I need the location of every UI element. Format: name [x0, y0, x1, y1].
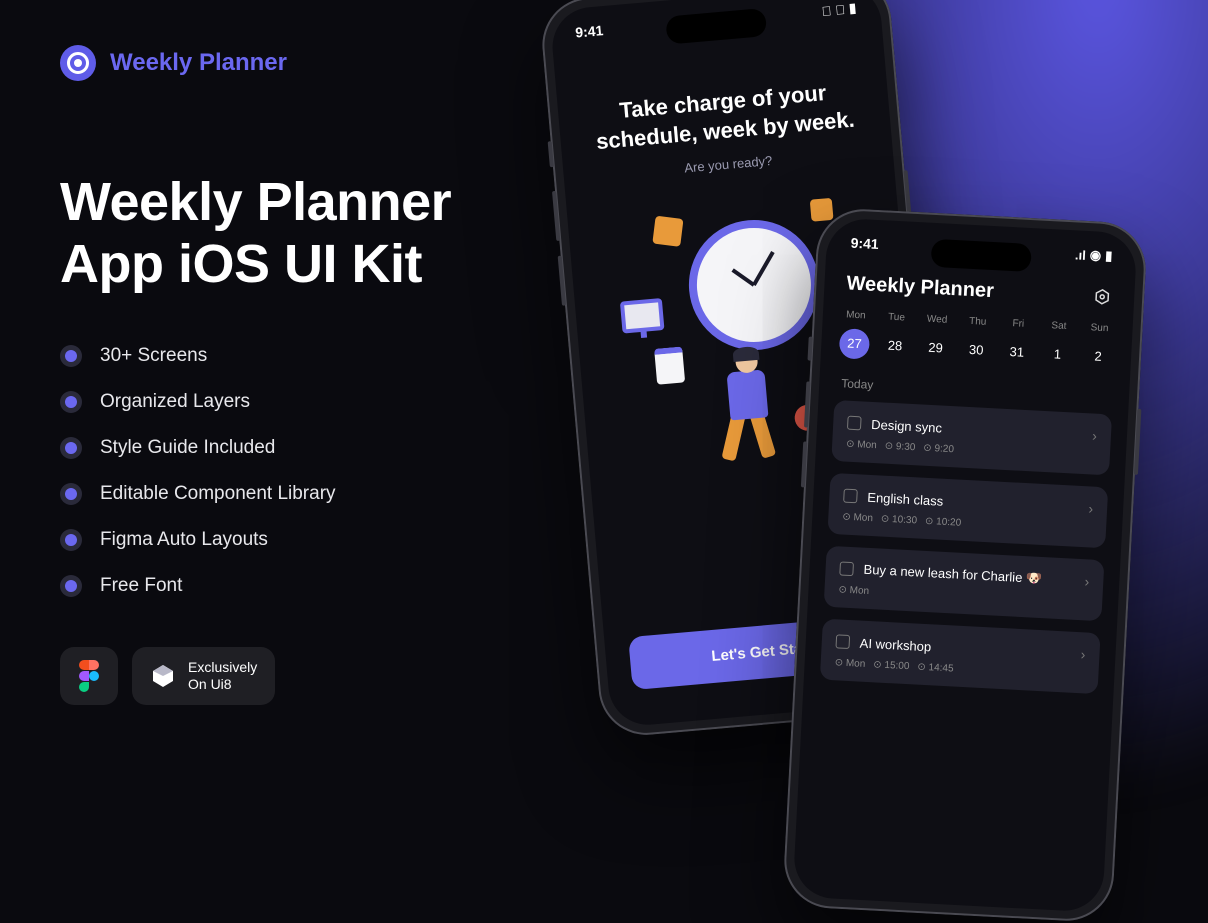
figma-badge[interactable] [60, 647, 118, 705]
ui8-badge[interactable]: Exclusively On Ui8 [132, 647, 275, 705]
day-label: Tue [877, 311, 916, 324]
task-title: Design sync [871, 416, 1083, 442]
headline: Weekly Planner App iOS UI Kit [60, 171, 580, 295]
day-column[interactable]: Thu 30 [956, 315, 997, 366]
day-column[interactable]: Tue 28 [875, 311, 916, 362]
onboarding-title: Take charge of your schedule, week by we… [581, 76, 867, 158]
ui8-icon [150, 663, 176, 689]
day-number[interactable]: 27 [839, 328, 871, 360]
day-number[interactable]: 28 [879, 330, 911, 362]
task-day: ⊙ Mon [842, 512, 873, 525]
feature-item: Free Font [60, 575, 580, 597]
task-list: Design sync › ⊙ Mon ⊙ 9:30 ⊙ 9:20 English … [804, 399, 1128, 695]
day-column[interactable]: Fri 31 [997, 317, 1038, 368]
day-number[interactable]: 30 [960, 335, 992, 367]
feature-item: Organized Layers [60, 391, 580, 413]
task-start-time: ⊙ 9:30 [884, 441, 915, 454]
task-day: ⊙ Mon [846, 439, 877, 452]
day-column[interactable]: Sat 1 [1038, 320, 1079, 371]
battery-icon: ▮ [848, 0, 857, 17]
marketing-panel: Weekly Planner Weekly Planner App iOS UI… [60, 45, 580, 705]
logo-target-icon [60, 45, 96, 81]
day-label: Sun [1080, 322, 1119, 335]
task-start-time: ⊙ 10:30 [881, 514, 918, 527]
ui8-text: Exclusively On Ui8 [188, 659, 257, 694]
phone-mockup-planner: 9:41 .ıl ◉ ▮ Weekly Planner Mon27Tue28We… [782, 207, 1148, 923]
task-checkbox[interactable] [839, 561, 854, 576]
day-label: Wed [918, 313, 957, 326]
chevron-right-icon: › [1080, 646, 1086, 662]
chevron-right-icon: › [1088, 500, 1094, 516]
day-label: Sat [1040, 320, 1079, 333]
brand-logo: Weekly Planner [60, 45, 580, 81]
day-column[interactable]: Sun 2 [1078, 322, 1119, 373]
day-number[interactable]: 31 [1001, 337, 1033, 369]
task-end-time: ⊙ 10:20 [925, 516, 962, 529]
day-label: Fri [999, 317, 1038, 330]
task-checkbox[interactable] [847, 416, 862, 431]
signal-icon: .ıl [1075, 247, 1087, 263]
settings-icon[interactable] [1092, 287, 1113, 308]
task-day: ⊙ Mon [834, 657, 865, 670]
wifi-icon: 􀙈 [835, 1, 846, 17]
task-end-time: ⊙ 9:20 [923, 443, 954, 456]
battery-icon: ▮ [1105, 248, 1113, 264]
task-day: ⊙ Mon [838, 584, 869, 597]
person-illustration [704, 337, 804, 464]
task-start-time: ⊙ 15:00 [873, 659, 910, 672]
day-number[interactable]: 1 [1042, 339, 1074, 371]
day-column[interactable]: Wed 29 [916, 313, 957, 364]
task-title: AI workshop [859, 635, 1071, 661]
task-card[interactable]: English class › ⊙ Mon ⊙ 10:30 ⊙ 10:20 [827, 473, 1108, 548]
feature-item: 30+ Screens [60, 345, 580, 367]
bullet-icon [60, 483, 82, 505]
task-checkbox[interactable] [835, 634, 850, 649]
wifi-icon: ◉ [1089, 247, 1101, 264]
day-number[interactable]: 29 [920, 332, 952, 364]
status-icons: 􀙇 􀙈 ▮ [821, 0, 857, 19]
task-title: Buy a new leash for Charlie 🐶 [863, 562, 1075, 589]
day-label: Mon [837, 309, 876, 322]
dynamic-island [931, 239, 1032, 272]
chevron-right-icon: › [1092, 427, 1098, 443]
feature-item: Style Guide Included [60, 437, 580, 459]
day-label: Thu [958, 315, 997, 328]
task-card[interactable]: AI workshop › ⊙ Mon ⊙ 15:00 ⊙ 14:45 [820, 619, 1101, 694]
feature-list: 30+ Screens Organized Layers Style Guide… [60, 345, 580, 597]
planner-title: Weekly Planner [846, 272, 994, 303]
task-checkbox[interactable] [843, 489, 858, 504]
bullet-icon [60, 345, 82, 367]
feature-item: Figma Auto Layouts [60, 529, 580, 551]
day-number[interactable]: 2 [1082, 341, 1114, 373]
figma-icon [78, 660, 100, 692]
bullet-icon [60, 391, 82, 413]
monitor-icon [620, 298, 665, 334]
task-card[interactable]: Buy a new leash for Charlie 🐶 › ⊙ Mon [824, 546, 1105, 621]
badges-row: Exclusively On Ui8 [60, 647, 580, 705]
bullet-icon [60, 529, 82, 551]
status-icons: .ıl ◉ ▮ [1075, 246, 1113, 264]
status-time: 9:41 [575, 22, 604, 40]
brand-name: Weekly Planner [110, 49, 287, 77]
bullet-icon [60, 437, 82, 459]
clock-icon [684, 215, 825, 356]
task-end-time: ⊙ 14:45 [917, 662, 954, 675]
day-column[interactable]: Mon 27 [835, 309, 876, 360]
status-time: 9:41 [850, 235, 879, 252]
clipboard-icon [654, 347, 685, 385]
bullet-icon [60, 575, 82, 597]
task-title: English class [867, 489, 1079, 515]
signal-icon: 􀙇 [821, 3, 832, 19]
chevron-right-icon: › [1084, 573, 1090, 589]
feature-item: Editable Component Library [60, 483, 580, 505]
